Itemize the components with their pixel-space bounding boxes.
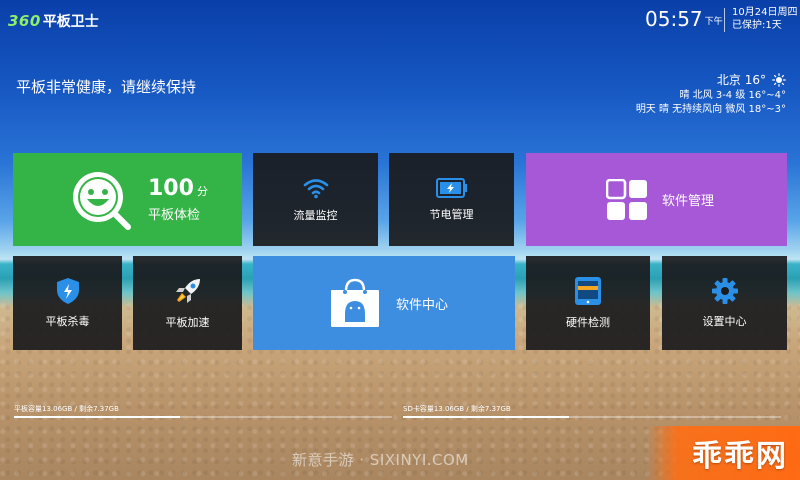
weather-city-row: 北京 16° <box>717 71 786 89</box>
battery-icon <box>435 177 467 198</box>
header-divider <box>724 8 725 32</box>
speed-up-label: 平板加速 <box>165 316 210 329</box>
brand-text: 乖乖网 <box>692 439 788 474</box>
logo-text: 平板卫士 <box>42 14 99 30</box>
checkup-score: 100 分 平板体检 <box>148 176 208 223</box>
software-center-tile[interactable]: 软件中心 <box>253 256 515 350</box>
sd-storage-fill <box>403 416 570 418</box>
tablet-storage-text: 平板容量13.06GB / 剩余7.37GB <box>14 405 119 413</box>
health-message: 平板非常健康，请继续保持 <box>16 78 197 96</box>
tablet-storage: 平板容量13.06GB / 剩余7.37GB <box>14 404 392 418</box>
clock: 05:57 下午 <box>645 6 723 32</box>
antivirus-label: 平板杀毒 <box>45 315 90 328</box>
weather-today: 晴 北风 3-4 级 16°~4° <box>679 90 786 101</box>
hardware-check-tile[interactable]: 硬件检测 <box>526 256 650 350</box>
checkup-tile[interactable]: 100 分 平板体检 <box>13 153 242 246</box>
date-text: 10月24日周四 <box>732 7 798 18</box>
power-saving-label: 节电管理 <box>429 207 474 221</box>
traffic-monitor-tile[interactable]: 流量监控 <box>253 153 378 246</box>
smiley-magnifier-icon <box>73 171 131 230</box>
sd-storage: SD卡容量13.06GB / 剩余7.37GB <box>403 404 781 418</box>
brand-badge: 乖乖网 <box>647 426 800 480</box>
tablet-storage-bar <box>14 416 392 418</box>
wifi-icon <box>303 178 328 198</box>
score-value: 100 <box>148 176 194 201</box>
clock-ampm: 下午 <box>704 17 723 27</box>
tablet-icon <box>575 277 601 305</box>
sun-icon <box>772 73 786 87</box>
traffic-monitor-label: 流量监控 <box>293 208 338 222</box>
weather-city-temp: 北京 16° <box>716 73 766 87</box>
checkup-label: 平板体检 <box>148 208 201 223</box>
tablet-storage-fill <box>14 416 181 418</box>
gear-icon <box>711 278 738 304</box>
software-manager-label: 软件管理 <box>662 194 715 209</box>
logo-number: 360 <box>8 12 41 30</box>
software-manager-tile[interactable]: 软件管理 <box>526 153 787 246</box>
sd-storage-bar <box>403 416 781 418</box>
hardware-check-label: 硬件检测 <box>566 316 610 329</box>
speed-up-tile[interactable]: 平板加速 <box>133 256 242 350</box>
sd-storage-text: SD卡容量13.06GB / 剩余7.37GB <box>403 405 511 413</box>
watermark-text: 新意手游 · SIXINYI.COM <box>292 451 469 469</box>
settings-center-label: 设置中心 <box>702 315 747 328</box>
antivirus-tile[interactable]: 平板杀毒 <box>13 256 122 350</box>
clock-time: 05:57 <box>645 7 703 31</box>
protected-days: 已保护:1天 <box>732 20 782 31</box>
weather-tomorrow: 明天 晴 无持续风向 微风 18°~3° <box>635 104 786 115</box>
software-center-label: 软件中心 <box>396 297 449 313</box>
score-unit: 分 <box>196 185 208 198</box>
weather-widget[interactable]: 北京 16° 晴 北风 3-4 级 16°~4° 明天 晴 无持续风向 微风 1… <box>636 71 786 117</box>
rocket-icon <box>175 279 200 303</box>
shopping-bag-android-icon <box>331 278 379 327</box>
shield-icon <box>56 278 79 304</box>
app-logo: 360 平板卫士 <box>8 11 99 31</box>
settings-center-tile[interactable]: 设置中心 <box>662 256 787 350</box>
app-grid-icon <box>606 178 647 220</box>
power-saving-tile[interactable]: 节电管理 <box>389 153 514 246</box>
date-block: 10月24日周四 已保护:1天 <box>732 6 797 32</box>
